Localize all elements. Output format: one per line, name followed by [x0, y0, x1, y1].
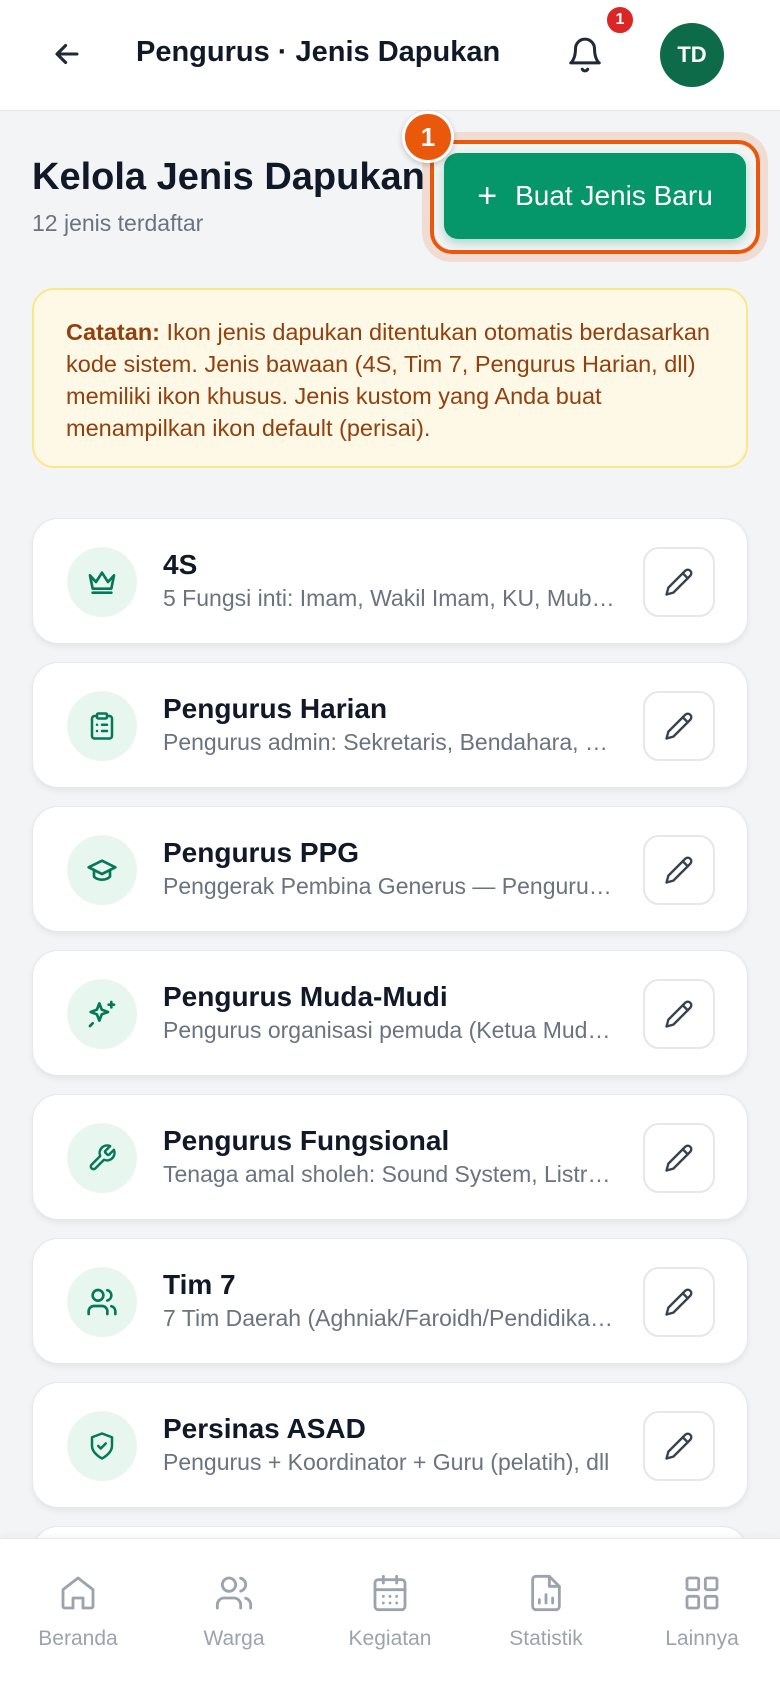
item-title: Pengurus Fungsional: [163, 1125, 450, 1156]
nav-kegiatan[interactable]: Kegiatan: [312, 1539, 468, 1688]
item-description: Penggerak Pembina Generus — Pengurus pem…: [163, 873, 615, 899]
item-description: Pengurus admin: Sekretaris, Bendahara, d…: [163, 729, 615, 755]
graduation-cap-icon: [67, 835, 137, 905]
edit-button[interactable]: [643, 979, 715, 1049]
note-label: Catatan:: [66, 319, 161, 345]
item-description: 7 Tim Daerah (Aghniak/Faroidh/Pendidikan…: [163, 1305, 615, 1331]
list-item[interactable]: Pengurus Harian Pengurus admin: Sekretar…: [32, 662, 748, 788]
nav-lainnya[interactable]: Lainnya: [624, 1539, 780, 1688]
edit-button[interactable]: [643, 835, 715, 905]
step-badge: 1: [402, 111, 454, 163]
notification-badge: 1: [604, 4, 636, 36]
clipboard-icon: [67, 691, 137, 761]
nav-beranda[interactable]: Beranda: [0, 1539, 156, 1688]
shield-icon: [67, 1411, 137, 1481]
header-title: Pengurus · Jenis Dapukan: [136, 36, 501, 68]
item-title: 4S: [163, 549, 198, 580]
calendar-icon: [373, 1574, 407, 1612]
grid-icon: [685, 1576, 719, 1610]
note-text: Ikon jenis dapukan ditentukan otomatis b…: [66, 319, 711, 441]
item-title: Pengurus Harian: [163, 693, 388, 724]
bell-icon: [569, 37, 601, 73]
list-item[interactable]: Pengurus Muda-Mudi Pengurus organisasi p…: [32, 950, 748, 1076]
nav-label: Kegiatan: [348, 1627, 432, 1650]
item-title: Pengurus Muda-Mudi: [163, 981, 448, 1012]
edit-button[interactable]: [643, 1267, 715, 1337]
item-title: Pengurus PPG: [163, 837, 360, 868]
list-item[interactable]: Persinas ASAD Pengurus + Koordinator + G…: [32, 1382, 748, 1508]
plus-icon: +: [477, 177, 498, 215]
nav-label: Beranda: [38, 1627, 118, 1650]
list-item[interactable]: Pengurus Fungsional Tenaga amal sholeh: …: [32, 1094, 748, 1220]
list-item[interactable]: 4S 5 Fungsi inti: Imam, Wakil Imam, KU, …: [32, 518, 748, 644]
list-item[interactable]: Tim 7 7 Tim Daerah (Aghniak/Faroidh/Pend…: [32, 1238, 748, 1364]
pencil-icon: [665, 568, 693, 596]
pencil-icon: [665, 1432, 693, 1460]
app-header: Pengurus · Jenis Dapukan 1 TD: [0, 0, 780, 111]
item-title: Persinas ASAD: [163, 1413, 366, 1444]
pencil-icon: [665, 856, 693, 884]
crown-icon: [67, 547, 137, 617]
bottom-nav: Beranda Warga Kegiatan Statistik Lainnya: [0, 1538, 780, 1688]
create-type-label: Buat Jenis Baru: [515, 180, 713, 211]
pencil-icon: [665, 1000, 693, 1028]
item-description: Pengurus + Koordinator + Guru (pelatih),…: [163, 1449, 610, 1475]
notifications-button[interactable]: [562, 32, 608, 78]
nav-statistik[interactable]: Statistik: [468, 1539, 624, 1688]
sparkles-icon: [67, 979, 137, 1049]
nav-warga[interactable]: Warga: [156, 1539, 312, 1688]
pencil-icon: [665, 1144, 693, 1172]
item-title: Tim 7: [163, 1269, 236, 1300]
nav-label: Lainnya: [665, 1627, 739, 1650]
item-description: 5 Fungsi inti: Imam, Wakil Imam, KU, Mub…: [163, 585, 615, 611]
nav-label: Warga: [203, 1627, 265, 1650]
users-icon: [215, 1576, 253, 1610]
edit-button[interactable]: [643, 547, 715, 617]
nav-label: Statistik: [509, 1627, 583, 1650]
wrench-icon: [67, 1123, 137, 1193]
home-icon: [61, 1576, 95, 1610]
page-title: Kelola Jenis Dapukan: [32, 156, 425, 198]
pencil-icon: [665, 712, 693, 740]
users-icon: [67, 1267, 137, 1337]
edit-button[interactable]: [643, 691, 715, 761]
item-count: 12 jenis terdaftar: [32, 210, 204, 236]
user-avatar[interactable]: TD: [660, 23, 724, 87]
create-type-button[interactable]: + Buat Jenis Baru: [444, 153, 746, 239]
back-button[interactable]: [44, 31, 90, 77]
list-item[interactable]: Pengurus PPG Penggerak Pembina Generus —…: [32, 806, 748, 932]
arrow-left-icon: [55, 43, 79, 65]
info-note: Catatan: Ikon jenis dapukan ditentukan o…: [32, 288, 748, 468]
item-description: Pengurus organisasi pemuda (Ketua Muda-M…: [163, 1017, 615, 1043]
edit-button[interactable]: [643, 1123, 715, 1193]
pencil-icon: [665, 1288, 693, 1316]
report-icon: [531, 1574, 561, 1612]
item-description: Tenaga amal sholeh: Sound System, Listri…: [163, 1161, 615, 1187]
edit-button[interactable]: [643, 1411, 715, 1481]
